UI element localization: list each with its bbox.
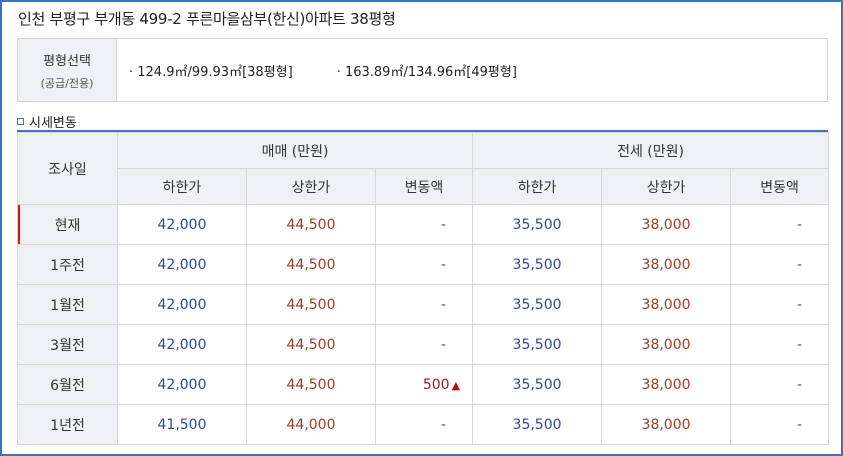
cell-date: 3월전 (17, 324, 118, 365)
cell-sale-high: 44,500 (246, 284, 376, 325)
cell-sale-change: - (374, 204, 474, 245)
cell-jeonse-high: 38,000 (601, 284, 732, 325)
header-jeonse-low: 하한가 (472, 168, 603, 205)
header-sale-change: 변동액 (374, 168, 474, 205)
size-selector: 평형선택 (공급/전용) · 124.9㎡/99.93㎡[38평형] · 163… (17, 38, 828, 102)
cell-sale-high: 44,500 (246, 204, 376, 245)
cell-jeonse-low: 35,500 (472, 404, 603, 445)
cell-date: 1월전 (17, 284, 118, 325)
size-option-49[interactable]: · 163.89㎡/134.96㎡[49평형] (337, 61, 517, 80)
cell-sale-change: 500 ▲ (374, 364, 474, 405)
cell-jeonse-change: - (730, 364, 830, 405)
size-label-sub: (공급/전용) (40, 76, 94, 90)
size-label-main: 평형선택 (43, 53, 91, 69)
cell-jeonse-change: - (730, 284, 830, 325)
size-options: · 124.9㎡/99.93㎡[38평형] · 163.89㎡/134.96㎡[… (117, 39, 561, 101)
cell-sale-high: 44,000 (246, 404, 376, 445)
header-jeonse-change: 변동액 (730, 168, 830, 205)
header-jeonse-high: 상한가 (601, 168, 732, 205)
cell-jeonse-high: 38,000 (601, 204, 732, 245)
header-sale-group: 매매 (만원) (116, 132, 474, 169)
cell-jeonse-high: 38,000 (601, 324, 732, 365)
table-row: 1년전 41,500 44,000 - 35,500 38,000 - (17, 404, 830, 445)
header-sale-low: 하한가 (117, 168, 247, 205)
cell-sale-change: - (374, 284, 474, 325)
cell-jeonse-change: - (730, 244, 830, 285)
cell-sale-low: 41,500 (117, 404, 247, 445)
section-heading: 시세변동 (17, 112, 77, 131)
cell-date: 1주전 (17, 244, 118, 285)
page-title: 인천 부평구 부개동 499-2 푸른마을삼부(한신)아파트 38평형 (18, 10, 396, 28)
cell-sale-high: 44,500 (246, 364, 376, 405)
table-row: 1주전 42,000 44,500 - 35,500 38,000 - (17, 244, 830, 285)
table-row: 3월전 42,000 44,500 - 35,500 38,000 - (17, 324, 830, 365)
cell-date: 현재 (17, 204, 118, 245)
cell-sale-change: - (374, 324, 474, 365)
size-selector-label: 평형선택 (공급/전용) (18, 39, 117, 101)
cell-jeonse-low: 35,500 (472, 324, 603, 365)
cell-jeonse-change: - (730, 404, 830, 445)
table-row: 6월전 42,000 44,500 500 ▲ 35,500 38,000 - (17, 364, 830, 405)
cell-jeonse-low: 35,500 (472, 364, 603, 405)
header-jeonse-group: 전세 (만원) (472, 132, 830, 169)
cell-sale-low: 42,000 (117, 324, 247, 365)
price-table: 조사일 매매 (만원) 전세 (만원) 하한가 상한가 변동액 하한가 상한가 … (17, 132, 830, 445)
cell-jeonse-low: 35,500 (472, 284, 603, 325)
cell-date: 6월전 (17, 364, 118, 405)
cell-sale-low: 42,000 (117, 284, 247, 325)
change-value: 500 (422, 376, 450, 393)
header-date: 조사일 (17, 132, 118, 205)
size-option-38[interactable]: · 124.9㎡/99.93㎡[38평형] (129, 61, 293, 80)
cell-jeonse-change: - (730, 204, 830, 245)
cell-sale-high: 44,500 (246, 244, 376, 285)
cell-jeonse-high: 38,000 (601, 244, 732, 285)
cell-jeonse-high: 38,000 (601, 364, 732, 405)
cell-sale-change: - (374, 244, 474, 285)
header-sale-high: 상한가 (246, 168, 376, 205)
cell-jeonse-low: 35,500 (472, 244, 603, 285)
price-panel: 인천 부평구 부개동 499-2 푸른마을삼부(한신)아파트 38평형 평형선택… (0, 0, 843, 456)
table-row: 현재 42,000 44,500 - 35,500 38,000 - (17, 204, 830, 245)
up-triangle-icon: ▲ (451, 378, 461, 392)
cell-jeonse-change: - (730, 324, 830, 365)
cell-sale-high: 44,500 (246, 324, 376, 365)
section-title: 시세변동 (29, 116, 77, 131)
cell-date: 1년전 (17, 404, 118, 445)
cell-sale-low: 42,000 (117, 204, 247, 245)
cell-sale-low: 42,000 (117, 244, 247, 285)
cell-sale-low: 42,000 (117, 364, 247, 405)
square-bullet-icon (17, 118, 24, 125)
cell-jeonse-high: 38,000 (601, 404, 732, 445)
cell-sale-change: - (374, 404, 474, 445)
table-row: 1월전 42,000 44,500 - 35,500 38,000 - (17, 284, 830, 325)
cell-jeonse-low: 35,500 (472, 204, 603, 245)
